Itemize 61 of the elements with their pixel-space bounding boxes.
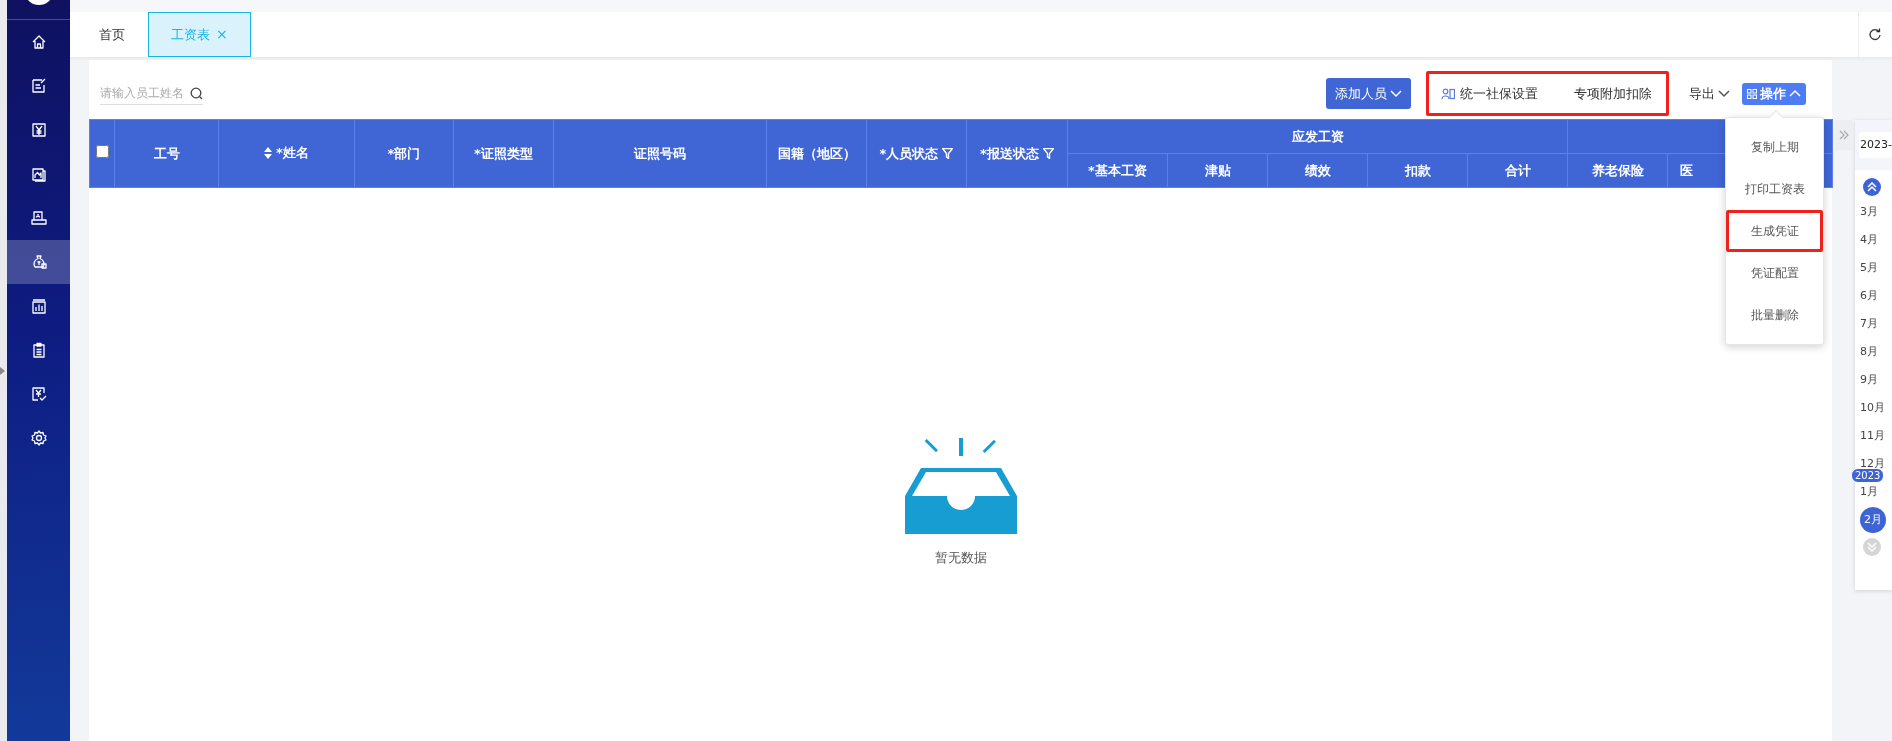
chart-icon [29, 165, 48, 183]
month-item[interactable]: 6月 [1860, 287, 1878, 305]
column-header: 绩效 [1267, 153, 1368, 188]
refresh-button[interactable] [1858, 12, 1889, 57]
yen-check-icon [29, 385, 48, 403]
export-dropdown[interactable]: 导出 [1689, 83, 1730, 104]
double-chevron-down-icon [1867, 542, 1877, 552]
column-header: 工号 [114, 119, 219, 188]
month-item[interactable]: 8月 [1860, 343, 1878, 361]
year-badge: 2023 [1851, 468, 1885, 483]
search-icon [190, 86, 203, 100]
column-header: 应发工资 [1067, 119, 1568, 154]
month-item[interactable]: 10月 [1860, 399, 1885, 417]
double-chevron-icon [1838, 130, 1849, 140]
actions-dropdown-button[interactable]: 操作 [1742, 82, 1806, 105]
column-header: *基本工资 [1067, 153, 1168, 188]
collapse-handle-icon [0, 366, 5, 375]
chevron-up-icon [1789, 89, 1801, 98]
scroll-up-button[interactable] [1863, 178, 1881, 196]
select-all-checkbox[interactable] [95, 144, 109, 158]
column-header: 证照号码 [553, 119, 767, 188]
id-card-icon [29, 209, 48, 227]
bar-chart-icon [29, 297, 48, 315]
toolbar-link[interactable]: 专项附加扣除 [1574, 83, 1652, 104]
add-person-button[interactable]: 添加人员 [1326, 78, 1411, 109]
settings-icon [29, 429, 48, 447]
month-item[interactable]: 1月 [1860, 483, 1878, 501]
month-item[interactable]: 2月 [1860, 507, 1886, 533]
month-item[interactable]: 11月 [1860, 427, 1885, 445]
empty-inbox-icon [904, 438, 1017, 534]
menu-item[interactable]: 生成凭证 [1726, 210, 1823, 252]
grid-icon [1747, 88, 1757, 99]
column-header: 国籍（地区） [766, 119, 867, 188]
menu-item[interactable]: 凭证配置 [1726, 252, 1823, 294]
column-header[interactable]: *姓名 [264, 142, 309, 163]
month-item[interactable]: 3月 [1860, 203, 1878, 221]
double-chevron-up-icon [1867, 182, 1877, 192]
edit-icon [29, 77, 48, 95]
yen-icon [29, 121, 48, 139]
menu-item[interactable]: 批量删除 [1726, 294, 1823, 336]
sidebar-item[interactable] [7, 240, 70, 284]
month-item[interactable]: 5月 [1860, 259, 1878, 277]
year-field[interactable]: 2023- [1859, 131, 1892, 159]
toolbar-link[interactable]: 统一社保设置 [1441, 83, 1538, 104]
tab[interactable]: 首页 [76, 12, 148, 57]
refresh-icon [1867, 28, 1881, 41]
people-icon [1441, 87, 1455, 100]
column-header: *证照类型 [453, 119, 554, 188]
column-header: *部门 [354, 119, 454, 188]
chevron-down-icon [1718, 89, 1730, 98]
menu-item[interactable]: 复制上期 [1726, 126, 1823, 168]
empty-message: 暂无数据 [934, 549, 987, 567]
column-header: 津贴 [1167, 153, 1268, 188]
month-item[interactable]: 7月 [1860, 315, 1878, 333]
month-item[interactable]: 4月 [1860, 231, 1878, 249]
month-item[interactable]: 9月 [1860, 371, 1878, 389]
column-header: 扣款 [1367, 153, 1468, 188]
column-header: 合计 [1467, 153, 1568, 188]
column-header: 养老保险 [1567, 153, 1668, 188]
chevron-down-icon [1390, 89, 1402, 98]
menu-item[interactable]: 打印工资表 [1726, 168, 1823, 210]
